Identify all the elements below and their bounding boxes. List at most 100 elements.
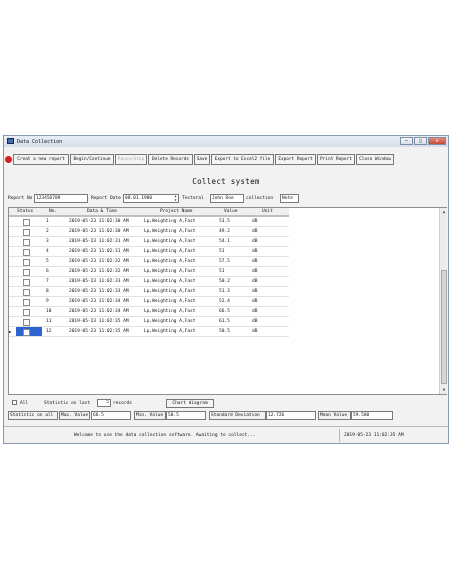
cell-value: 50.2 — [219, 279, 230, 284]
mean-value-label: Mean Value — [318, 411, 351, 420]
data-grid[interactable]: Status No. Data & Time Project Name Valu… — [8, 207, 447, 395]
header-project[interactable]: Project Name — [160, 209, 193, 214]
cell-unit: dB — [252, 329, 258, 334]
header-status[interactable]: Status — [17, 209, 33, 214]
cell-value: 54.1 — [219, 239, 230, 244]
toolbar: Creat a new report Begin/Continue Pause/… — [4, 154, 448, 165]
cell-no: 7 — [46, 279, 49, 284]
cell-datetime: 2019-05-23 11:02:33 AM — [69, 279, 129, 284]
collection-label: collection — [246, 196, 274, 201]
vertical-scrollbar[interactable]: ▲ ▼ — [439, 208, 447, 394]
status-divider — [339, 429, 340, 442]
cell-unit: dB — [252, 259, 258, 264]
close-window-control[interactable]: ✕ — [428, 137, 446, 145]
cell-value: 51 — [219, 269, 225, 274]
row-status-checkbox[interactable] — [23, 299, 30, 306]
status-datetime: 2019-05-23 11:02:35 AM — [344, 433, 404, 438]
cell-unit: dB — [252, 229, 258, 234]
scroll-down-icon[interactable]: ▼ — [441, 387, 447, 393]
data-collection-window: Data Collection – □ ✕ Creat a new report… — [3, 135, 449, 444]
statistic-last-field[interactable]: 5 — [97, 399, 111, 407]
all-checkbox[interactable] — [12, 400, 17, 405]
row-status-checkbox[interactable] — [23, 309, 30, 316]
row-status-checkbox[interactable] — [23, 229, 30, 236]
title-bar[interactable]: Data Collection – □ ✕ — [4, 136, 448, 147]
delete-records-button[interactable]: Delete Records — [148, 154, 193, 165]
cell-project: Lp,Weighting A,Fast — [144, 329, 196, 334]
save-button[interactable]: Save — [194, 154, 210, 165]
row-status-checkbox[interactable] — [23, 249, 30, 256]
new-report-button[interactable]: Creat a new report — [13, 154, 69, 165]
export-excel-button[interactable]: Export to Excel2 file — [211, 154, 274, 165]
pause-stop-button[interactable]: Pause/Stop — [115, 154, 147, 165]
header-unit[interactable]: Unit — [262, 209, 273, 214]
cell-no: 3 — [46, 239, 49, 244]
grid-header: Status No. Data & Time Project Name Valu… — [9, 208, 289, 216]
row-status-checkbox[interactable] — [23, 289, 30, 296]
close-window-button[interactable]: Close Window — [356, 154, 394, 165]
report-no-field[interactable]: 123456789 — [34, 194, 88, 203]
row-status-checkbox[interactable] — [23, 259, 30, 266]
cell-datetime: 2019-05-23 11:02:34 AM — [69, 309, 129, 314]
print-report-button[interactable]: Print Report — [317, 154, 355, 165]
cell-no: 12 — [46, 329, 52, 334]
export-report-button[interactable]: Export Report — [275, 154, 316, 165]
header-no[interactable]: No. — [49, 209, 57, 214]
chart-diagram-button[interactable]: Chart diagram — [166, 399, 214, 408]
mean-value-field[interactable]: 59.580 — [351, 411, 393, 420]
minimize-button[interactable]: – — [400, 137, 413, 145]
cell-no: 5 — [46, 259, 49, 264]
cell-datetime: 2019-05-23 11:02:30 AM — [69, 219, 129, 224]
max-value-label: Max. Value — [59, 411, 90, 420]
begin-continue-button[interactable]: Begin/Continue — [70, 154, 114, 165]
cell-datetime: 2019-05-23 11:02:35 AM — [69, 329, 129, 334]
cell-value: 66.5 — [219, 309, 230, 314]
scroll-up-icon[interactable]: ▲ — [441, 209, 447, 215]
cell-unit: dB — [252, 279, 258, 284]
row-divider — [9, 336, 289, 337]
cell-datetime: 2019-05-23 11:02:30 AM — [69, 229, 129, 234]
cell-project: Lp,Weighting A,Fast — [144, 239, 196, 244]
statistic-all-label: Statistic on all — [8, 411, 58, 420]
scroll-thumb[interactable] — [441, 270, 447, 384]
maximize-button[interactable]: □ — [414, 137, 427, 145]
collection-field[interactable]: Note — [280, 194, 299, 203]
cell-unit: dB — [252, 249, 258, 254]
cell-project: Lp,Weighting A,Fast — [144, 309, 196, 314]
cell-datetime: 2019-05-23 11:02:31 AM — [69, 239, 129, 244]
cell-datetime: 2019-05-23 11:02:34 AM — [69, 299, 129, 304]
cell-unit: dB — [252, 219, 258, 224]
cell-unit: dB — [252, 269, 258, 274]
row-status-checkbox[interactable] — [23, 279, 30, 286]
page-heading: Collect system — [192, 177, 260, 186]
report-date-field[interactable]: 08.01.1900 — [123, 194, 179, 203]
std-deviation-field[interactable]: 12.726 — [266, 411, 316, 420]
cell-project: Lp,Weighting A,Fast — [144, 249, 196, 254]
report-no-label: Report No — [8, 196, 33, 201]
current-row-indicator-icon: ▶ — [9, 329, 12, 334]
window-title: Data Collection — [17, 139, 63, 145]
cell-project: Lp,Weighting A,Fast — [144, 219, 196, 224]
row-status-checkbox[interactable] — [23, 319, 30, 326]
cell-project: Lp,Weighting A,Fast — [144, 259, 196, 264]
row-status-checkbox[interactable] — [23, 329, 30, 336]
records-label: records — [113, 401, 132, 406]
cell-value: 57.5 — [219, 259, 230, 264]
cell-datetime: 2019-05-23 11:02:32 AM — [69, 259, 129, 264]
header-value[interactable]: Value — [224, 209, 238, 214]
min-value-field[interactable]: 50.5 — [166, 411, 206, 420]
tester-label: Testeral — [182, 196, 204, 201]
cell-no: 8 — [46, 289, 49, 294]
cell-datetime: 2019-05-23 11:02:31 AM — [69, 249, 129, 254]
cell-unit: dB — [252, 309, 258, 314]
cell-value: 51.3 — [219, 289, 230, 294]
row-status-checkbox[interactable] — [23, 269, 30, 276]
cell-project: Lp,Weighting A,Fast — [144, 269, 196, 274]
date-spinner-icon[interactable]: ▲ ▼ — [173, 194, 178, 202]
max-value-field[interactable]: 66.5 — [91, 411, 131, 420]
row-status-checkbox[interactable] — [23, 239, 30, 246]
header-datetime[interactable]: Data & Time — [87, 209, 117, 214]
cell-project: Lp,Weighting A,Fast — [144, 289, 196, 294]
row-status-checkbox[interactable] — [23, 219, 30, 226]
tester-field[interactable]: John Doe — [210, 194, 244, 203]
